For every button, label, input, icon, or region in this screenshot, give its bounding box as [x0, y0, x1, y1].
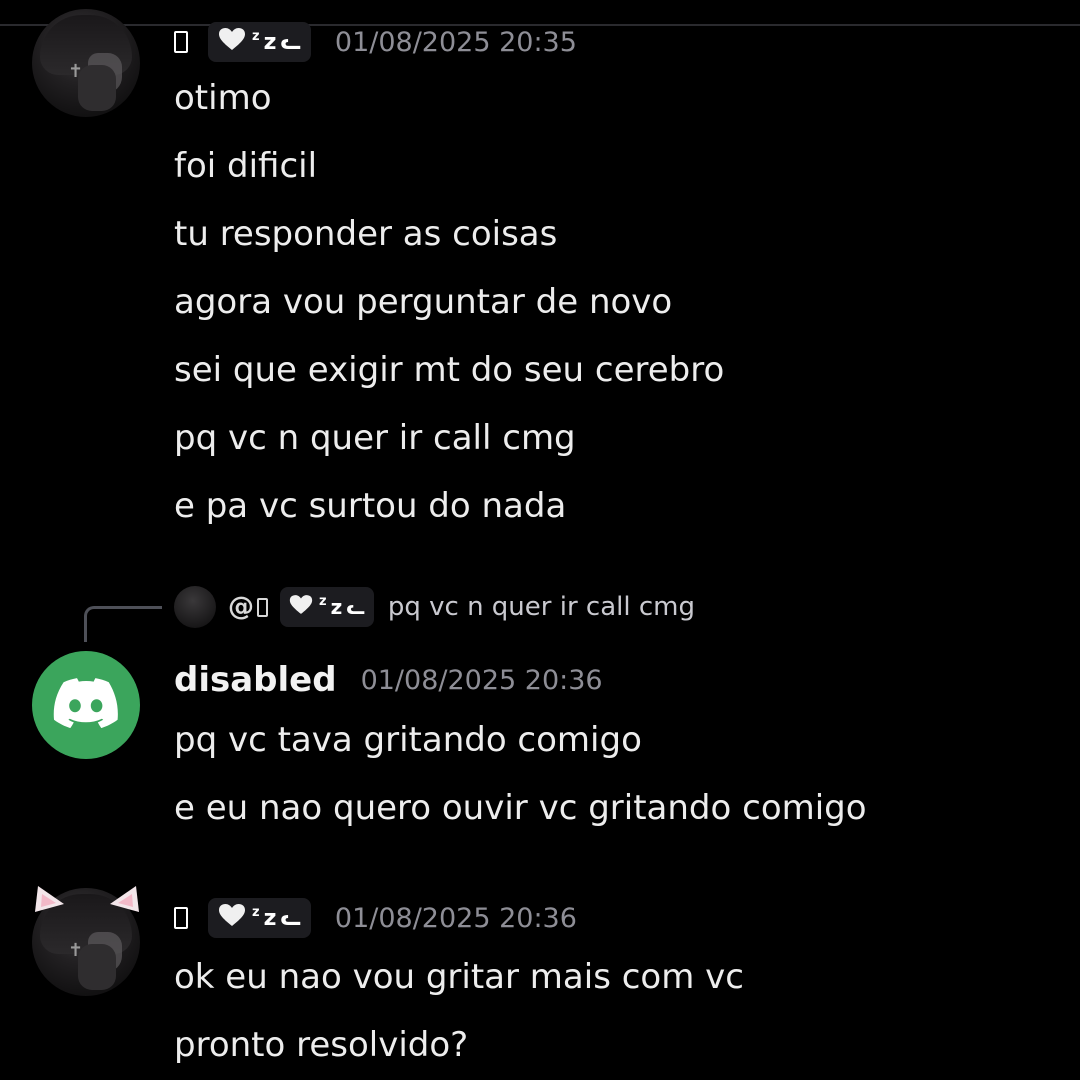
- user-tag-badge[interactable]: zzᓚ: [208, 22, 311, 62]
- message-text: otimo: [174, 78, 272, 118]
- heart-icon: [289, 594, 313, 620]
- heart-icon: [218, 903, 246, 933]
- message-text: e pa vc surtou do nada: [174, 486, 567, 526]
- reply-avatar: [174, 586, 216, 628]
- message-text: ok eu nao vou gritar mais com vc: [174, 957, 744, 997]
- message-timestamp: 01/08/2025 20:35: [334, 26, 577, 58]
- user-tag-badge[interactable]: zzᓚ: [208, 898, 311, 938]
- user-avatar[interactable]: ✝: [32, 9, 140, 117]
- message-timestamp: 01/08/2025 20:36: [360, 664, 603, 696]
- cat-ear-right-icon: [108, 884, 142, 914]
- message-text: foi dificil: [174, 146, 318, 186]
- message-header: zzᓚ 01/08/2025 20:35: [174, 22, 577, 62]
- discord-avatar[interactable]: [32, 651, 140, 759]
- reply-text: pq vc n quer ir call cmg: [387, 592, 695, 622]
- chat-screen: ✝ zzᓚ 01/08/2025 20:35 otimo foi dificil…: [0, 0, 1080, 1080]
- author-name-glyph[interactable]: [174, 31, 188, 53]
- reply-connector: [84, 606, 162, 642]
- message-text: pq vc n quer ir call cmg: [174, 418, 576, 458]
- message-text: sei que exigir mt do seu cerebro: [174, 350, 725, 390]
- message-text: e eu nao quero ouvir vc gritando comigo: [174, 788, 867, 828]
- author-name-glyph[interactable]: [174, 907, 188, 929]
- discord-logo-icon: [53, 678, 119, 732]
- message-text: tu responder as coisas: [174, 214, 558, 254]
- message-text: pronto resolvido?: [174, 1025, 469, 1065]
- avatar-photo: ✝: [32, 9, 140, 117]
- message-header: zzᓚ 01/08/2025 20:36: [174, 898, 577, 938]
- heart-icon: [218, 27, 246, 57]
- message-header: disabled 01/08/2025 20:36: [174, 660, 603, 700]
- reply-handle[interactable]: @: [228, 592, 268, 622]
- cat-ear-left-icon: [32, 884, 66, 914]
- message-text: agora vou perguntar de novo: [174, 282, 673, 322]
- username[interactable]: disabled: [174, 660, 337, 700]
- message-timestamp: 01/08/2025 20:36: [334, 902, 577, 934]
- reply-preview[interactable]: @ zzᓚ pq vc n quer ir call cmg: [174, 586, 695, 628]
- message-text: pq vc tava gritando comigo: [174, 720, 642, 760]
- reply-tag-badge[interactable]: zzᓚ: [280, 587, 374, 627]
- user-avatar[interactable]: ✝: [32, 886, 140, 996]
